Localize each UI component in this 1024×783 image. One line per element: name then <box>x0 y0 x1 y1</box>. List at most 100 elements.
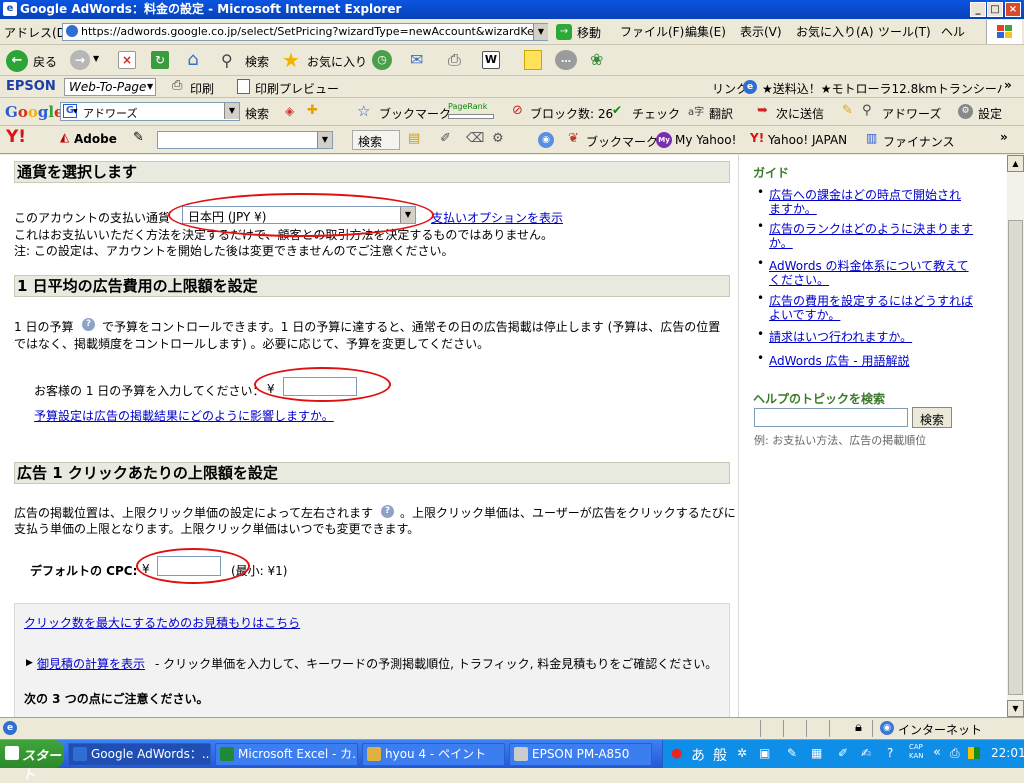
messenger-icon[interactable]: … <box>555 50 577 70</box>
minimize-button[interactable]: _ <box>970 2 986 17</box>
stop-icon[interactable]: × <box>118 51 136 69</box>
yahoo-bookmark-button[interactable]: ブックマーク <box>586 133 658 150</box>
vertical-scrollbar[interactable]: ▲ ▼ <box>1007 155 1024 717</box>
taskbar-clock[interactable]: 22:01 <box>991 746 1024 760</box>
scroll-up-button[interactable]: ▲ <box>1007 155 1024 172</box>
go-button[interactable]: → 移動 <box>556 23 606 41</box>
task-google-adwords[interactable]: Google AdWords：... <box>68 743 211 766</box>
google-search-button[interactable]: 検索 <box>245 105 269 122</box>
antivirus-tray-icon[interactable] <box>968 747 980 759</box>
payment-options-link[interactable]: 支払いオプションを表示 <box>431 209 563 226</box>
yahoo-search-dropdown[interactable]: ▼ <box>317 132 332 148</box>
clipboard-icon[interactable]: ▤ <box>408 131 420 146</box>
menu-tools[interactable]: ツール(T) <box>878 23 931 40</box>
google-search-input[interactable]: G ▼ アドワーズ ▼ <box>60 102 240 121</box>
show-calculation-link[interactable]: 御見積の計算を表示 <box>37 655 145 672</box>
address-input[interactable]: https://adwords.google.co.jp/select/SetP… <box>62 23 548 41</box>
task-excel[interactable]: Microsoft Excel - カ... <box>215 743 358 766</box>
settings-button[interactable]: 設定 <box>978 105 1002 122</box>
toolbar-tool-icon[interactable]: ⚙ <box>492 131 504 146</box>
finance-chart-icon: ▥ <box>866 131 878 145</box>
bookmark-star-icon[interactable]: ☆ <box>357 102 370 120</box>
maximize-button[interactable]: □ <box>987 2 1003 17</box>
menu-help[interactable]: ヘル <box>941 23 965 40</box>
ime-pad-icon[interactable]: ▦ <box>811 746 822 760</box>
highlight-pen-icon[interactable]: ✐ <box>440 131 451 146</box>
globe-icon[interactable]: ◉ <box>538 132 554 148</box>
printer-tray-icon[interactable]: ⎙ <box>950 746 960 761</box>
link-item[interactable]: e ★送料込！★モトローラ12.8kmトランシーバーT55( <box>743 78 1003 96</box>
scroll-thumb[interactable] <box>1008 220 1023 695</box>
pen-icon[interactable]: ✎ <box>133 130 144 145</box>
print-preview-button[interactable]: 印刷プレビュー <box>237 78 339 96</box>
budget-impact-link[interactable]: 予算設定は広告の掲載結果にどのように影響しますか。 <box>34 407 334 424</box>
ime-pen-icon[interactable]: ✍ <box>861 746 871 760</box>
ime-help-icon[interactable]: ? <box>887 746 893 760</box>
send-to-button[interactable]: 次に送信 <box>776 105 824 122</box>
favorites-button[interactable]: ★ お気に入り <box>280 48 367 72</box>
ime-icon[interactable]: ● <box>671 746 682 761</box>
yahoo-overflow-chevron-icon[interactable]: » <box>1000 130 1008 144</box>
start-button[interactable]: スタート <box>0 740 64 783</box>
adobe-button[interactable]: Adobe <box>74 132 117 146</box>
magnifier-icon[interactable]: ⚲ <box>862 103 872 118</box>
menu-favorites[interactable]: お気に入り(A) <box>796 23 874 40</box>
yahoo-search-input[interactable]: ▼ <box>157 131 333 149</box>
yahoo-search-button[interactable]: 検索 <box>352 130 400 150</box>
send-to-icon[interactable]: ➥ <box>757 103 768 118</box>
translate-icon[interactable]: a字 <box>688 103 704 118</box>
eraser-icon[interactable]: ⌫ <box>466 131 484 146</box>
print-button[interactable]: ⎙ 印刷 <box>172 78 222 96</box>
web-to-page-button[interactable]: Web-To-Page ▼ <box>64 78 156 96</box>
ime-settings-icon[interactable]: ✲ <box>737 746 747 760</box>
back-button[interactable]: ← 戻る <box>4 48 64 72</box>
forward-button[interactable]: → ▼ <box>68 49 104 71</box>
google-bookmark-button[interactable]: ブックマーク <box>379 105 451 122</box>
google-logo: Google <box>5 103 64 121</box>
menu-view[interactable]: 表示(V) <box>740 23 782 40</box>
note-icon[interactable] <box>524 50 542 70</box>
my-yahoo-button[interactable]: My Yahoo! <box>675 133 736 147</box>
people-icon[interactable]: ❀ <box>590 49 612 71</box>
pencil-icon[interactable]: ✎ <box>842 103 853 118</box>
spellcheck-icon[interactable]: ✔ <box>612 103 622 117</box>
refresh-icon[interactable]: ↻ <box>151 51 169 69</box>
ime-handwriting-icon[interactable]: ✐ <box>838 746 848 760</box>
task-paint[interactable]: hyou 4 - ペイント <box>362 743 505 766</box>
task-epson[interactable]: EPSON PM-A850 <box>509 743 652 766</box>
yahoo-japan-button[interactable]: Yahoo! JAPAN <box>768 133 847 147</box>
yahoo-logo-icon[interactable]: Y! <box>6 127 26 147</box>
google-query-dropdown[interactable]: ▼ <box>224 103 239 119</box>
puzzle-icon[interactable]: ✚ <box>307 103 318 118</box>
history-icon[interactable]: ◷ <box>372 50 392 70</box>
blocked-count[interactable]: ブロック数: 26 <box>530 105 613 122</box>
check-button[interactable]: チェック <box>632 105 680 122</box>
edit-icon[interactable]: W <box>482 51 500 69</box>
address-dropdown[interactable]: ▼ <box>533 24 548 40</box>
expand-triangle-icon[interactable]: ▶ <box>26 658 33 668</box>
translate-button[interactable]: 翻訳 <box>709 105 733 122</box>
ime-conversion-mode[interactable]: 般 <box>713 745 727 765</box>
help-search-button[interactable]: 検索 <box>912 407 952 428</box>
help-search-input[interactable] <box>754 408 908 427</box>
cpc-help-icon[interactable]: ? <box>381 505 394 518</box>
budget-help-icon[interactable]: ? <box>82 318 95 331</box>
ime-tool-icon[interactable]: ✎ <box>787 746 797 760</box>
finance-button[interactable]: ファイナンス <box>883 133 955 150</box>
print-icon[interactable]: ⎙ <box>448 50 470 70</box>
adwords-button[interactable]: アドワーズ <box>882 105 941 122</box>
search-button[interactable]: ⚲ 検索 <box>219 48 279 72</box>
scroll-down-button[interactable]: ▼ <box>1007 700 1024 717</box>
maximize-clicks-estimate-link[interactable]: クリック数を最大にするためのお見積もりはこちら <box>24 614 300 631</box>
menu-file[interactable]: ファイル(F) <box>620 23 684 40</box>
home-icon[interactable]: ⌂ <box>182 49 204 70</box>
ime-mode-hiragana[interactable]: あ <box>691 745 705 765</box>
tray-expand-chevron-icon[interactable]: « <box>933 745 941 760</box>
highlight-icon[interactable]: ◈ <box>285 104 294 118</box>
menu-edit[interactable]: 編集(E) <box>685 23 726 40</box>
overflow-chevron-icon[interactable]: » <box>1004 78 1012 92</box>
close-button[interactable]: × <box>1005 2 1021 17</box>
mail-icon[interactable]: ✉ <box>410 51 432 69</box>
window-titlebar[interactable]: e Google AdWords：料金の設定 - Microsoft Inter… <box>0 0 1024 19</box>
ime-dictionary-icon[interactable]: ▣ <box>759 746 770 760</box>
